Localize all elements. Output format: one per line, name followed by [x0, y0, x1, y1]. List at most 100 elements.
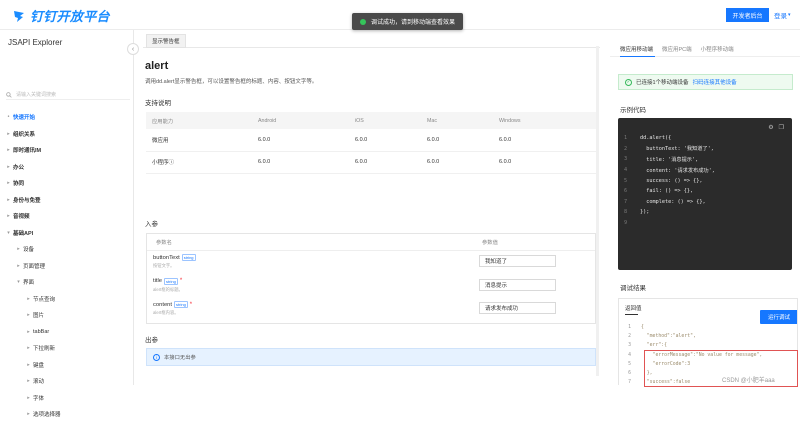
tab-pc-microapp[interactable]: 微应用PC端 — [662, 45, 692, 53]
sidebar-title: JSAPI Explorer — [8, 38, 63, 47]
result-text: "method":"alert", — [641, 334, 696, 340]
chevron-right-icon: ▸ — [27, 312, 30, 319]
chevron-right-icon: ▸ — [17, 262, 20, 269]
table-cell: 6.0.0 — [349, 129, 421, 152]
sidebar-item[interactable]: ▸ 字体 — [0, 390, 134, 407]
table-cell: 6.0.0 — [252, 129, 349, 152]
code-lines: 1 dd.alert({2 buttonText: '我知道了', 3 title:… — [624, 133, 715, 228]
login-link[interactable]: 登录 ▾ — [774, 10, 791, 20]
param-name-header: 参数名 — [156, 240, 172, 246]
main-scrollbar[interactable] — [596, 46, 599, 376]
sidebar-item[interactable]: ▸ 组织关系 — [0, 126, 134, 143]
chevron-right-icon: ▸ — [27, 378, 30, 385]
toast: 调试成功，请到移动端查看效果 — [352, 13, 464, 30]
tab-return-value[interactable]: 返回值 — [625, 304, 642, 312]
sidebar-item-label: 键盘 — [33, 362, 45, 369]
param-desc: alert框内容。 — [153, 310, 179, 315]
search-input[interactable]: 请输入关键词搜索 — [6, 90, 130, 100]
copy-icon[interactable]: ❐ — [779, 124, 784, 131]
logo-text: 钉钉开放平台 — [30, 9, 110, 24]
code-text: success: () => {}, — [640, 177, 703, 184]
params-section-title: 入参 — [145, 221, 158, 228]
output-info-text: 本接口无出参 — [164, 355, 196, 361]
param-row: title string * alert框的标题。 消息提示 — [147, 275, 595, 299]
gear-icon[interactable]: ⚙ — [768, 124, 773, 131]
sidebar-item[interactable]: ▸ 设备 — [0, 241, 134, 258]
table-row: 小程序ⓘ 6.0.0 6.0.0 6.0.0 6.0.0 — [146, 151, 596, 174]
chevron-right-icon: ▸ — [27, 345, 30, 352]
line-number: 7 — [628, 380, 631, 386]
param-value-input[interactable]: 请求发布成功 — [479, 302, 556, 314]
params-header: 参数名 参数值 — [147, 234, 595, 251]
sidebar-item[interactable]: ▸ tabBar — [0, 324, 134, 341]
sidebar-item[interactable]: ▸ 音视频 — [0, 208, 134, 225]
sidebar-item[interactable]: ▸ 身份与免登 — [0, 192, 134, 209]
collapse-sidebar-button[interactable]: ‹ — [127, 43, 139, 55]
sidebar-item-label: 组织关系 — [13, 131, 36, 138]
param-desc: alert框的标题。 — [153, 286, 183, 292]
line-number: 6 — [624, 188, 628, 195]
param-row: buttonText string 按钮文字。 我知道了 — [147, 251, 595, 275]
api-description: 调用dd.alert显示警告框，可以设置警告框的标题、内容、按钮文字等。 — [145, 79, 318, 85]
chevron-down-icon: ▾ — [788, 12, 791, 18]
sidebar-item[interactable]: ▸ 即时通讯IM — [0, 142, 134, 159]
chevron-right-icon: ▸ — [7, 130, 10, 137]
result-line: 1{ — [619, 323, 762, 332]
search-icon — [6, 91, 12, 98]
sidebar-item[interactable]: ▸ 办公 — [0, 159, 134, 176]
code-line: 9 — [624, 218, 715, 229]
sidebar-item-label: 图片 — [33, 313, 45, 320]
active-tab-indicator — [625, 314, 638, 315]
logo[interactable]: 钉钉开放平台 — [12, 6, 110, 25]
sidebar-item-label: 音视频 — [13, 214, 30, 221]
param-value-input[interactable]: 消息提示 — [479, 278, 556, 291]
login-label: 登录 — [774, 13, 787, 20]
debug-panel: 微应用移动端 微应用PC端 小程序移动端 ✓ 已连接1个移动端设备 扫码连接其他… — [610, 30, 800, 387]
tab-show-alert[interactable]: 显示警告框 — [146, 34, 186, 48]
sidebar-item[interactable]: ▸ 键盘 — [0, 357, 134, 374]
sidebar-item-label: 协同 — [13, 181, 25, 188]
code-text: dd.alert({ — [640, 135, 672, 142]
code-text: fail: () => {}, — [640, 188, 694, 195]
chevron-right-icon: ▸ — [27, 411, 30, 418]
example-code-title: 示例代码 — [620, 107, 646, 114]
param-name: title string * — [153, 277, 182, 285]
code-text: buttonText: '我知道了', — [640, 146, 714, 153]
support-header-cell: iOS — [349, 112, 421, 129]
line-number: 6 — [628, 371, 631, 377]
support-header-cell: 应用能力 — [146, 112, 252, 129]
code-line: 8}); — [624, 207, 715, 218]
table-cell: 6.0.0 — [493, 151, 596, 174]
sidebar-item[interactable]: ▾ 界面 — [0, 274, 134, 291]
tab-miniprogram-mobile[interactable]: 小程序移动端 — [701, 45, 734, 53]
tab-mobile-microapp[interactable]: 微应用移动端 — [620, 45, 653, 53]
sidebar-item[interactable]: ▸ 图片 — [0, 307, 134, 324]
param-value-input[interactable]: 我知道了 — [479, 255, 556, 267]
top-bar: 钉钉开放平台 调试成功，请到移动端查看效果 开发者后台 登录 ▾ — [0, 0, 800, 30]
sidebar-item-label: 选项选择器 — [33, 412, 61, 419]
sidebar-item[interactable]: ▾ 基础API — [0, 225, 134, 242]
chevron-right-icon: ▸ — [17, 246, 20, 253]
sidebar-item[interactable]: ▸ 选项选择器 — [0, 406, 134, 423]
sidebar-item[interactable]: ▸ 页面管理 — [0, 258, 134, 275]
sidebar-item[interactable]: ▸ 下拉刷新 — [0, 340, 134, 357]
code-line: 2 buttonText: '我知道了', — [624, 144, 715, 155]
line-number: 3 — [628, 343, 631, 349]
connection-text: 已连接1个移动端设备 — [636, 80, 689, 86]
line-number: 3 — [624, 156, 628, 163]
result-text: { — [641, 325, 644, 331]
param-name-text: buttonText — [153, 254, 180, 261]
param-type-badge: string — [164, 277, 178, 285]
scan-connect-link[interactable]: 扫码连接其他设备 — [693, 78, 737, 86]
chevron-right-icon: ▸ — [7, 163, 10, 170]
chevron-right-icon: ▸ — [7, 147, 10, 154]
sidebar-item[interactable]: ▸ 协同 — [0, 175, 134, 192]
sidebar-item[interactable]: • 快速开始 — [0, 109, 134, 126]
sidebar-item[interactable]: ▸ 节点查询 — [0, 291, 134, 308]
sidebar-item[interactable]: ▸ 滚动 — [0, 373, 134, 390]
developer-console-button[interactable]: 开发者后台 — [726, 8, 769, 22]
table-cell: 6.0.0 — [493, 129, 596, 152]
support-section-title: 支持说明 — [145, 100, 171, 107]
support-header-cell: Android — [252, 112, 349, 129]
code-editor[interactable]: ⚙ ❐ 1 dd.alert({2 buttonText: '我知道了', 3 ti… — [618, 118, 798, 324]
